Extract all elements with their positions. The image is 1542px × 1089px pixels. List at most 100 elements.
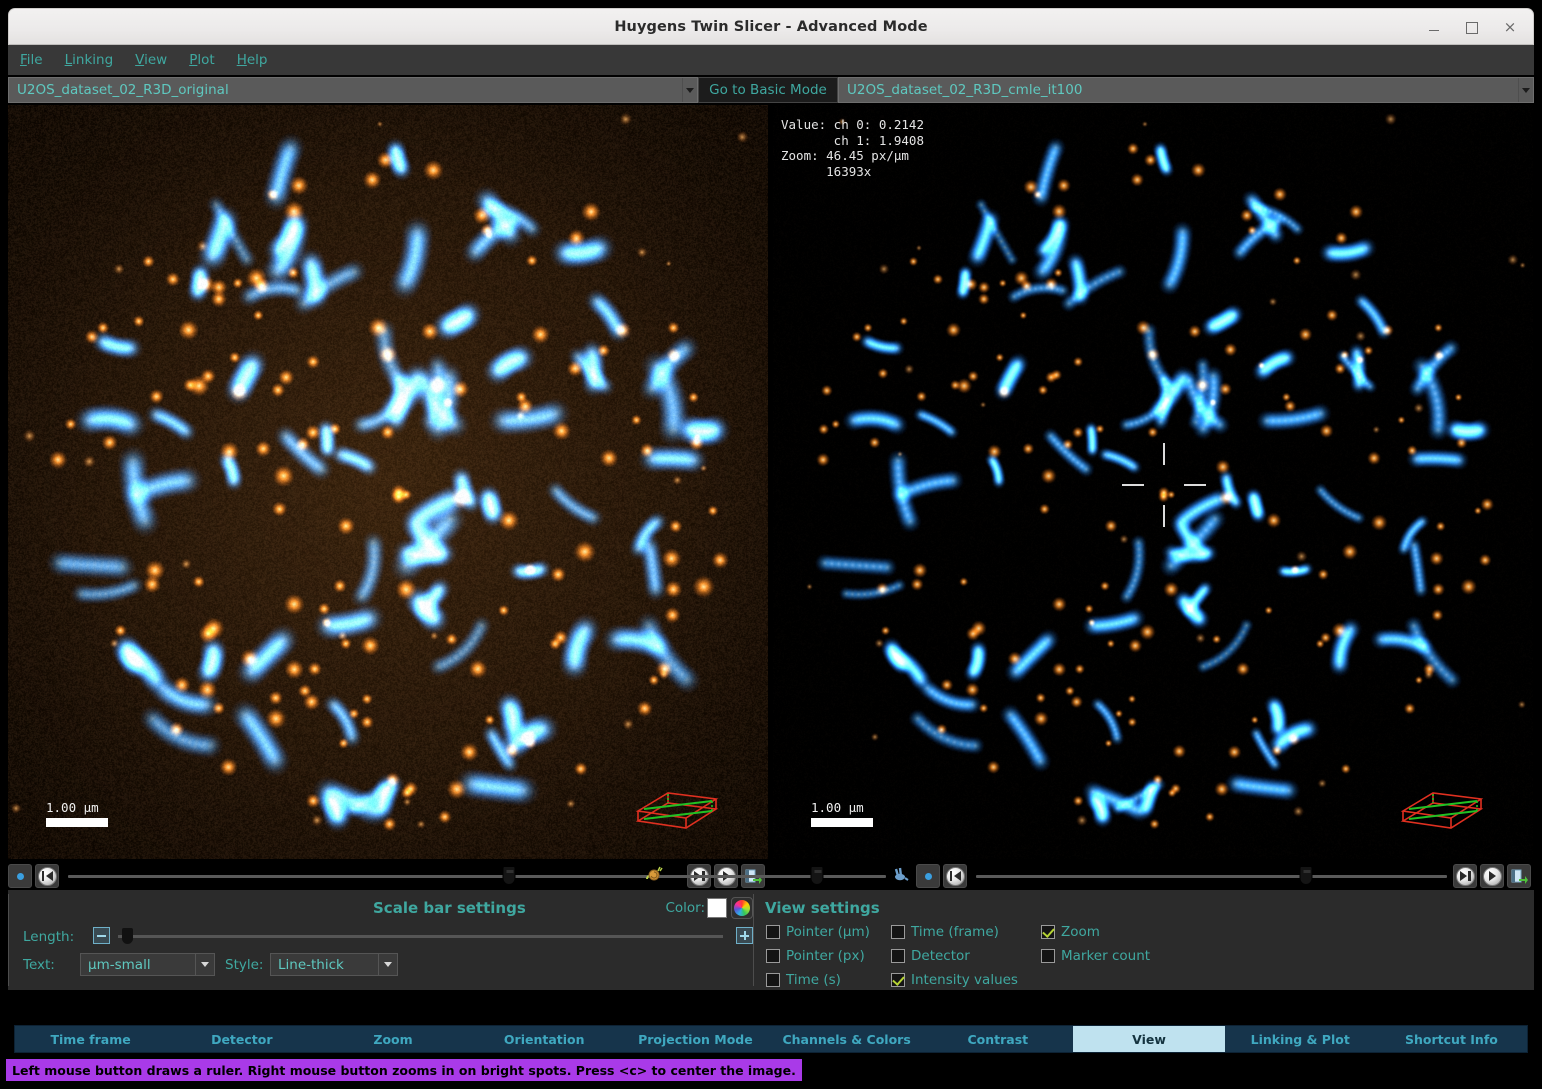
skip-to-start-icon — [954, 871, 961, 881]
right-dataset-value: U2OS_dataset_02_R3D_cmle_it100 — [839, 82, 1082, 98]
close-button[interactable]: × — [1497, 15, 1523, 41]
right-play-button[interactable] — [1480, 864, 1504, 888]
right-marker-dot-button[interactable] — [916, 864, 940, 888]
image-panels: 1.00 µm — [8, 105, 1534, 859]
snail-icon — [645, 866, 663, 886]
window-title: Huygens Twin Slicer - Advanced Mode — [614, 19, 927, 35]
view-settings-title: View settings — [765, 899, 880, 917]
left-skip-to-start-button[interactable] — [35, 864, 59, 888]
menu-bar: File Linking View Plot Help — [8, 45, 1534, 75]
left-dataset-combo[interactable]: U2OS_dataset_02_R3D_original — [8, 77, 698, 103]
tab-time-frame[interactable]: Time frame — [15, 1026, 166, 1052]
view-option-time-s[interactable]: Time (s) — [766, 972, 841, 988]
rabbit-icon — [892, 866, 910, 886]
right-skip-to-end-button[interactable] — [1453, 864, 1477, 888]
view-option-label: Time (frame) — [911, 924, 999, 940]
export-movie-icon — [1511, 868, 1528, 885]
checkbox-time-s[interactable] — [766, 973, 780, 987]
tab-projection-mode[interactable]: Projection Mode — [620, 1026, 771, 1052]
blue-dot-icon — [925, 873, 932, 880]
scale-bar-color-swatch[interactable] — [707, 898, 727, 918]
view-option-label: Pointer (px) — [786, 948, 865, 964]
view-option-time-frame[interactable]: Time (frame) — [891, 924, 999, 940]
right-export-movie-button[interactable] — [1507, 864, 1531, 888]
menu-plot[interactable]: Plot — [189, 52, 214, 68]
menu-help[interactable]: Help — [237, 52, 268, 68]
tab-detector[interactable]: Detector — [166, 1026, 317, 1052]
view-option-intensity-values[interactable]: Intensity values — [891, 972, 1018, 988]
scale-bar-length-handle[interactable] — [122, 928, 133, 944]
chevron-down-icon[interactable] — [682, 78, 697, 102]
checkbox-intensity-values[interactable] — [891, 973, 905, 987]
skip-to-end-icon — [1460, 871, 1467, 881]
scale-bar-text-select[interactable]: µm-small — [80, 953, 215, 976]
checkbox-zoom[interactable] — [1041, 925, 1055, 939]
tab-zoom[interactable]: Zoom — [317, 1026, 468, 1052]
playback-speed-handle[interactable] — [810, 866, 823, 885]
tab-orientation[interactable]: Orientation — [469, 1026, 620, 1052]
settings-area: Scale bar settings Color: Length: Text: … — [8, 890, 1534, 990]
scale-bar-style-value: Line-thick — [271, 957, 344, 973]
minimize-button[interactable] — [1421, 15, 1447, 41]
checkbox-pointer-px[interactable] — [766, 949, 780, 963]
color-wheel-button[interactable] — [731, 897, 753, 919]
view-option-pointer-um[interactable]: Pointer (µm) — [766, 924, 870, 940]
right-slice-slider-handle[interactable] — [1299, 866, 1312, 885]
dataset-selector-row: U2OS_dataset_02_R3D_original Go to Basic… — [8, 77, 1534, 103]
left-marker-dot-button[interactable] — [8, 864, 32, 888]
view-option-zoom[interactable]: Zoom — [1041, 924, 1100, 940]
blue-dot-icon — [17, 873, 24, 880]
left-slice-slider-handle[interactable] — [503, 866, 516, 885]
scale-bar-length-label: Length: — [23, 929, 74, 945]
view-settings-panel: View settings Pointer (µm) Pointer (px) … — [765, 894, 1265, 986]
tab-contrast[interactable]: Contrast — [922, 1026, 1073, 1052]
scale-bar-settings-panel: Scale bar settings Color: Length: Text: … — [18, 894, 753, 986]
menu-view[interactable]: View — [135, 52, 167, 68]
status-bar: Left mouse button draws a ruler. Right m… — [6, 1059, 802, 1081]
right-skip-to-start-button[interactable] — [943, 864, 967, 888]
right-slice-slider[interactable] — [976, 875, 1447, 878]
left-slice-slider[interactable] — [68, 875, 681, 878]
chevron-down-icon[interactable] — [1518, 78, 1533, 102]
left-image-canvas[interactable] — [8, 105, 768, 859]
right-image-canvas[interactable] — [773, 105, 1533, 859]
tab-view[interactable]: View — [1073, 1026, 1224, 1052]
playback-speed-slider[interactable] — [669, 875, 886, 878]
view-option-label: Detector — [911, 948, 970, 964]
tab-linking-plot[interactable]: Linking & Plot — [1225, 1026, 1376, 1052]
view-option-label: Time (s) — [786, 972, 841, 988]
status-message: Left mouse button draws a ruler. Right m… — [12, 1063, 796, 1078]
playback-speed-row — [645, 862, 910, 890]
checkbox-detector[interactable] — [891, 949, 905, 963]
left-image-panel[interactable]: 1.00 µm — [8, 105, 768, 859]
right-dataset-combo[interactable]: U2OS_dataset_02_R3D_cmle_it100 — [838, 77, 1534, 103]
menu-linking[interactable]: Linking — [65, 52, 114, 68]
color-wheel-icon — [734, 900, 750, 916]
scale-bar-length-slider[interactable] — [118, 935, 723, 938]
length-decrease-button[interactable] — [93, 927, 110, 944]
view-option-detector[interactable]: Detector — [891, 948, 970, 964]
tab-shortcut-info[interactable]: Shortcut Info — [1376, 1026, 1527, 1052]
scale-bar-color-label: Color: — [665, 900, 705, 916]
view-option-marker-count[interactable]: Marker count — [1041, 948, 1150, 964]
view-option-pointer-px[interactable]: Pointer (px) — [766, 948, 865, 964]
maximize-button[interactable] — [1459, 15, 1485, 41]
title-bar: Huygens Twin Slicer - Advanced Mode × — [8, 8, 1534, 45]
scale-bar-text-value: µm-small — [81, 957, 151, 973]
left-dataset-value: U2OS_dataset_02_R3D_original — [9, 82, 229, 98]
menu-file[interactable]: File — [20, 52, 43, 68]
right-image-panel[interactable]: Value: ch 0: 0.2142 ch 1: 1.9408 Zoom: 4… — [773, 105, 1533, 859]
tab-channels-colors[interactable]: Channels & Colors — [771, 1026, 922, 1052]
chevron-down-icon[interactable] — [378, 954, 397, 975]
application-window: Huygens Twin Slicer - Advanced Mode × Fi… — [0, 0, 1542, 1089]
chevron-down-icon[interactable] — [195, 954, 214, 975]
skip-to-start-icon — [46, 871, 53, 881]
length-increase-button[interactable] — [736, 927, 753, 944]
checkbox-marker-count[interactable] — [1041, 949, 1055, 963]
checkbox-time-frame[interactable] — [891, 925, 905, 939]
play-icon — [1489, 871, 1496, 881]
go-to-basic-mode-button[interactable]: Go to Basic Mode — [698, 77, 838, 103]
checkbox-pointer-um[interactable] — [766, 925, 780, 939]
scale-bar-style-select[interactable]: Line-thick — [270, 953, 398, 976]
scale-bar-style-label: Style: — [225, 957, 263, 973]
